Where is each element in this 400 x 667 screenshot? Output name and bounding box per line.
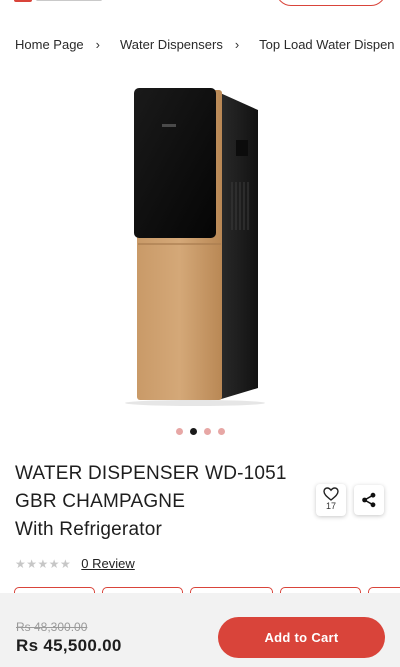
- share-icon: [362, 492, 376, 508]
- heart-icon: [323, 487, 339, 501]
- star-rating-icon: ★★★★★: [15, 556, 72, 571]
- header-pill-button[interactable]: [276, 0, 386, 6]
- product-title-line-3: With Refrigerator: [15, 519, 162, 540]
- product-rating: ★★★★★ 0 Review: [15, 556, 135, 571]
- purchase-bar: Rs 48,300.00 Rs 45,500.00 Add to Cart: [0, 593, 400, 667]
- site-logo[interactable]: [14, 0, 104, 3]
- add-to-cart-button[interactable]: Add to Cart: [218, 617, 385, 658]
- carousel-dot[interactable]: [203, 428, 211, 435]
- breadcrumb-current: Top Load Water Dispen: [259, 36, 395, 52]
- product-title: WATER DISPENSER WD-1051 GBR CHAMPAGNE Wi…: [15, 460, 315, 544]
- carousel-dot[interactable]: [217, 428, 225, 435]
- original-price: Rs 48,300.00: [16, 620, 88, 634]
- carousel-dot-active[interactable]: [189, 428, 197, 435]
- sale-price: Rs 45,500.00: [16, 636, 122, 655]
- chevron-right-icon: ›: [234, 36, 240, 52]
- chevron-right-icon: ›: [95, 36, 100, 52]
- review-link[interactable]: 0 Review: [81, 556, 134, 571]
- product-title-line-2: GBR CHAMPAGNE: [15, 491, 186, 512]
- wishlist-button[interactable]: 17: [316, 484, 346, 516]
- water-dispenser-image: [125, 88, 265, 406]
- carousel-indicators: [0, 428, 400, 435]
- share-button[interactable]: [354, 485, 384, 515]
- top-header-fragment: [0, 0, 400, 12]
- product-image-gallery[interactable]: [0, 70, 400, 420]
- breadcrumb-home[interactable]: Home Page: [15, 37, 84, 52]
- wishlist-count: 17: [325, 501, 336, 511]
- breadcrumb-water-dispensers[interactable]: Water Dispensers: [120, 37, 223, 52]
- carousel-dot[interactable]: [175, 428, 183, 435]
- breadcrumb: Home Page › Water Dispensers › Top Load …: [15, 35, 400, 53]
- product-title-line-1: WATER DISPENSER WD-1051: [15, 463, 287, 484]
